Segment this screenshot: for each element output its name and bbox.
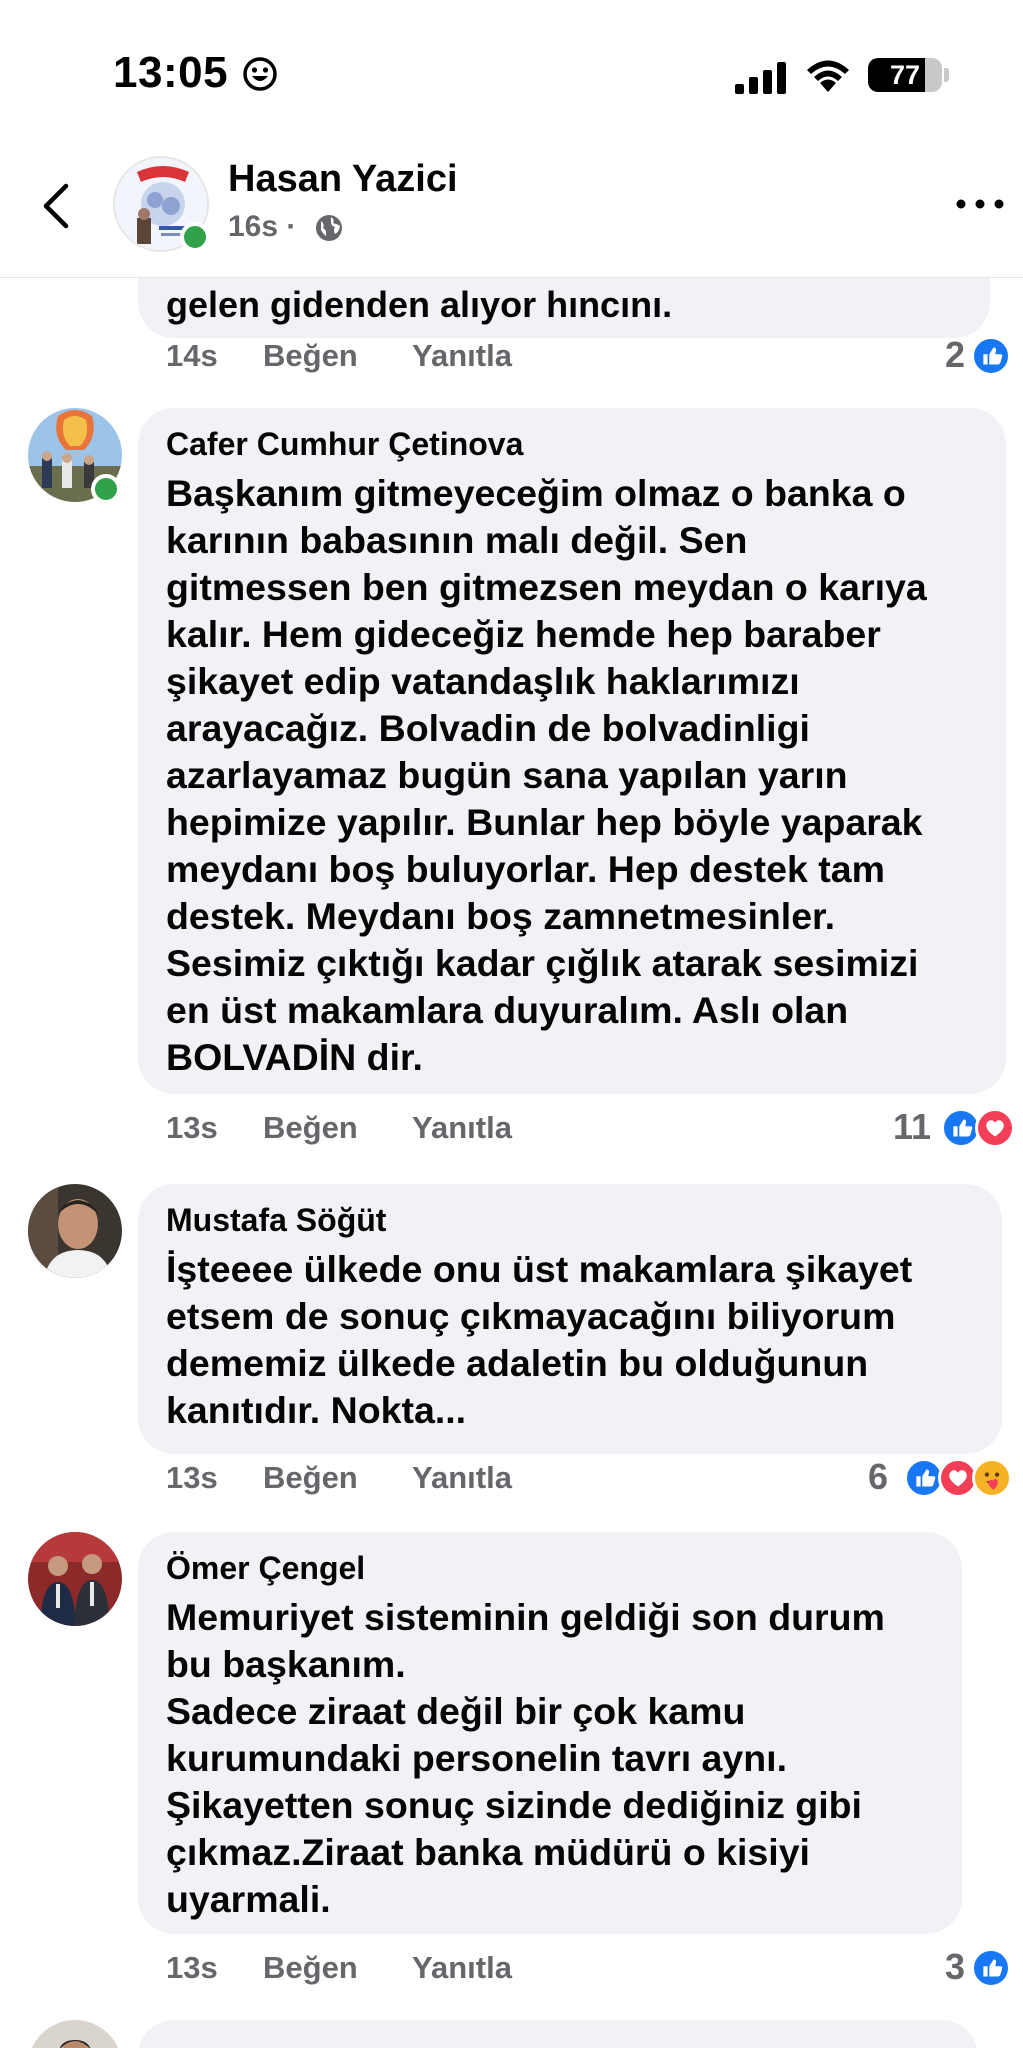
online-indicator bbox=[180, 222, 210, 252]
comment-text: Memuriyet sisteminin geldiği son durum b… bbox=[166, 1596, 885, 1920]
comment-time: 14s bbox=[166, 338, 218, 373]
reaction-summary[interactable]: 3 bbox=[945, 1946, 1023, 1990]
commenter-avatar[interactable] bbox=[28, 1184, 122, 1278]
like-icon bbox=[971, 1948, 1011, 1988]
commenter-avatar[interactable] bbox=[28, 2020, 122, 2048]
post-header: Hasan Yazici 16s · bbox=[0, 150, 1023, 278]
battery-icon: 77 bbox=[868, 58, 942, 92]
comment-text: gelen gidenden alıyor hıncını. bbox=[166, 284, 673, 325]
post-time: 16s · bbox=[228, 210, 297, 243]
avatar-image bbox=[28, 1532, 122, 1626]
comment-bubble: Cafer Cumhur Çetinova Başkanım gitmeyece… bbox=[138, 408, 1006, 1094]
avatar-image bbox=[28, 1184, 122, 1278]
globe-icon bbox=[316, 215, 342, 241]
love-icon bbox=[975, 1108, 1015, 1148]
online-indicator bbox=[91, 474, 121, 504]
reply-button[interactable]: Yanıtla bbox=[412, 1460, 512, 1496]
like-button[interactable]: Beğen bbox=[263, 1110, 358, 1146]
status-bar: 13:05 77 bbox=[0, 0, 1023, 150]
reply-button[interactable]: Yanıtla bbox=[412, 1950, 512, 1986]
comment-bubble: Ömer Çengel Memuriyet sisteminin geldiği… bbox=[138, 1532, 962, 1934]
comment-text: İşteeee ülkede onu üst makamlara şikayet… bbox=[166, 1248, 913, 1431]
like-button[interactable]: Beğen bbox=[263, 1460, 358, 1496]
reaction-summary[interactable]: 2 bbox=[945, 334, 1015, 378]
comment-time: 13s bbox=[166, 1460, 218, 1495]
comment-author[interactable]: Ömer Çengel bbox=[166, 1550, 365, 1587]
comment-author[interactable]: Mustafa Söğüt bbox=[166, 1202, 386, 1239]
reaction-count: 11 bbox=[893, 1106, 932, 1147]
like-icon bbox=[971, 336, 1011, 376]
comment-bubble: Mustafa Söğüt İşteeee ülkede onu üst mak… bbox=[138, 1184, 1002, 1454]
comment-text: Başkanım gitmeyeceğim olmaz o banka o ka… bbox=[166, 472, 927, 1078]
like-button[interactable]: Beğen bbox=[263, 1950, 358, 1986]
reaction-summary[interactable]: 11 bbox=[893, 1106, 1023, 1150]
comment-time: 13s bbox=[166, 1950, 218, 1985]
back-arrow-icon[interactable] bbox=[36, 178, 76, 234]
comment-author[interactable]: Cafer Cumhur Çetinova bbox=[166, 426, 523, 463]
battery-level: 77 bbox=[889, 60, 921, 90]
wifi-icon bbox=[807, 60, 849, 92]
like-button[interactable]: Beğen bbox=[263, 338, 358, 374]
reaction-summary[interactable]: 6 bbox=[868, 1456, 1023, 1500]
page-title[interactable]: Hasan Yazici bbox=[228, 158, 458, 201]
reaction-count: 3 bbox=[945, 1946, 966, 1987]
care-icon bbox=[972, 1458, 1012, 1498]
more-options-icon[interactable] bbox=[955, 194, 1005, 214]
reaction-count: 2 bbox=[945, 334, 966, 375]
commenter-avatar[interactable] bbox=[28, 1532, 122, 1626]
reaction-count: 6 bbox=[868, 1456, 889, 1497]
battery-cap bbox=[944, 68, 949, 82]
avatar-image bbox=[28, 2020, 122, 2048]
smiley-icon bbox=[243, 57, 277, 91]
comment-time: 13s bbox=[166, 1110, 218, 1145]
status-time: 13:05 bbox=[113, 48, 229, 97]
comment-bubble bbox=[138, 2020, 978, 2048]
comment-bubble: gelen gidenden alıyor hıncını. bbox=[138, 278, 990, 338]
reply-button[interactable]: Yanıtla bbox=[412, 1110, 512, 1146]
comments-list[interactable]: gelen gidenden alıyor hıncını. 14s Beğen… bbox=[0, 278, 1023, 2048]
reply-button[interactable]: Yanıtla bbox=[412, 338, 512, 374]
cellular-signal-icon bbox=[735, 62, 786, 94]
